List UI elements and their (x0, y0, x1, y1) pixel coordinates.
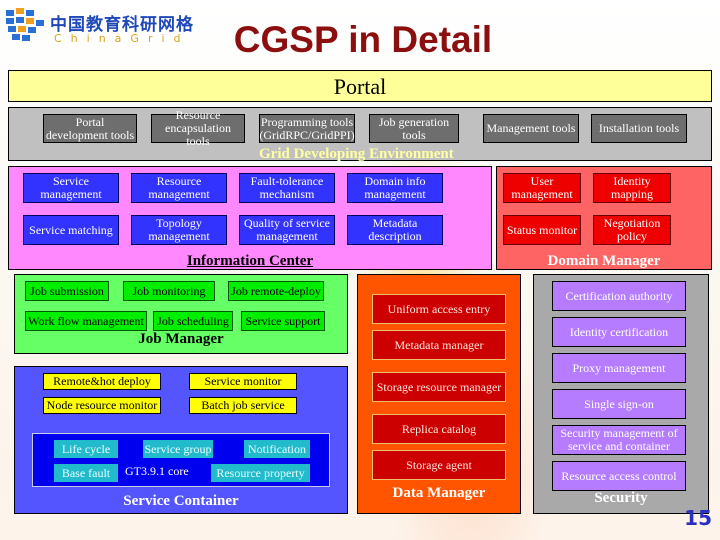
domain-item: Negotiation policy (593, 215, 671, 245)
grid-env-title: Grid Developing Environment (259, 146, 454, 162)
data-manager-title: Data Manager (392, 485, 486, 501)
job-item: Job scheduling (153, 311, 233, 331)
info-item: Service matching (23, 215, 119, 245)
grid-developing-environment: Portal development tools Resource encaps… (8, 107, 712, 162)
job-item: Job remote-deploy (228, 281, 324, 301)
information-center-title: Information Center (186, 253, 314, 269)
security-item: Proxy management (552, 353, 686, 383)
chinagrid-logo: 中国教育科研网格 ChinaGrid (4, 6, 204, 48)
core-item: Service group (143, 440, 213, 458)
security-item: Identity certification (552, 317, 686, 347)
data-item: Replica catalog (372, 414, 506, 444)
core-item: Life cycle (54, 440, 118, 458)
info-item: Service management (23, 173, 119, 203)
tool-management: Management tools (483, 114, 579, 143)
core-item: Base fault (54, 464, 118, 482)
domain-manager: User management Identity mapping Status … (496, 166, 712, 270)
information-center: Service management Resource management F… (8, 166, 492, 270)
domain-manager-title: Domain Manager (547, 253, 661, 269)
tool-resource-encapsulation: Resource encapsulation tools (151, 109, 245, 148)
info-item: Fault-tolerance mechanism (239, 173, 335, 203)
grid-logo-icon (6, 8, 44, 41)
job-item: Work flow management (25, 311, 147, 331)
data-item: Storage agent (372, 450, 506, 480)
security-item: Security management of service and conta… (552, 425, 686, 455)
security-title: Security (594, 490, 648, 506)
data-item: Metadata manager (372, 330, 506, 360)
gt-core: Life cycle Service group Notification Ba… (32, 433, 330, 487)
tool-job-generation: Job generation tools (369, 114, 459, 143)
container-service: Remote&hot deploy (43, 373, 161, 390)
page-number: 15 (684, 506, 712, 530)
data-item: Storage resource manager (372, 372, 506, 402)
data-item: Uniform access entry (372, 294, 506, 324)
job-manager-title: Job Manager (138, 331, 224, 347)
core-item: Resource property (211, 464, 310, 482)
logo-english-text: ChinaGrid (54, 32, 190, 45)
info-item: Topology management (131, 215, 227, 245)
slide-title: CGSP in Detail (233, 19, 493, 60)
domain-item: Status monitor (503, 215, 581, 245)
tool-portal-development: Portal development tools (43, 114, 137, 143)
info-item: Metadata description (347, 215, 443, 245)
security-item: Certification authority (552, 281, 686, 311)
service-container-title: Service Container (123, 493, 239, 509)
security-item: Single sign-on (552, 389, 686, 419)
portal-layer: Portal (8, 70, 712, 102)
job-manager: Job submission Job monitoring Job remote… (14, 274, 348, 354)
job-item: Job monitoring (123, 281, 215, 301)
info-item: Quality of service management (239, 215, 335, 245)
container-service: Batch job service (189, 397, 297, 414)
job-item: Job submission (25, 281, 109, 301)
info-item: Resource management (131, 173, 227, 203)
tool-installation: Installation tools (591, 114, 687, 143)
service-container: Remote&hot deploy Service monitor Node r… (14, 366, 348, 514)
gt-core-label: GT3.9.1 core (125, 464, 189, 478)
domain-item: User management (503, 173, 581, 203)
info-item: Domain info management (347, 173, 443, 203)
core-item: Notification (244, 440, 310, 458)
job-item: Service support (241, 311, 325, 331)
security: Certification authority Identity certifi… (533, 274, 709, 514)
container-service: Node resource monitor (43, 397, 161, 414)
security-item: Resource access control (552, 461, 686, 491)
tool-programming: Programming tools (GridRPC/GridPPI) (259, 114, 355, 143)
domain-item: Identity mapping (593, 173, 671, 203)
data-manager: Uniform access entry Metadata manager St… (357, 274, 521, 514)
container-service: Service monitor (189, 373, 297, 390)
